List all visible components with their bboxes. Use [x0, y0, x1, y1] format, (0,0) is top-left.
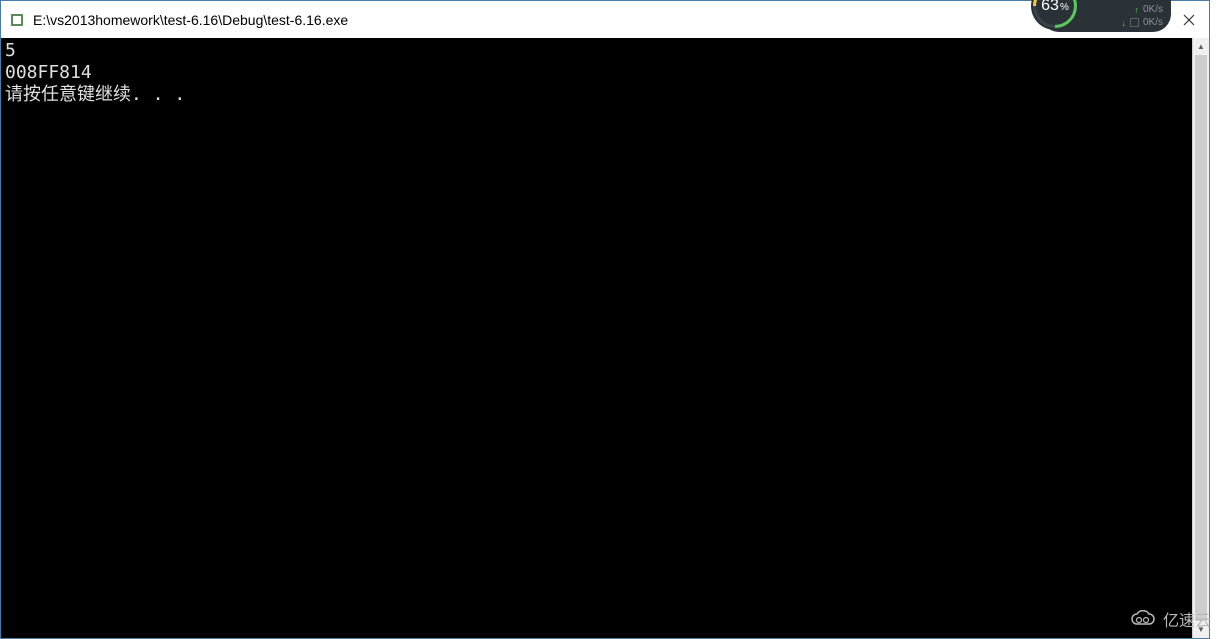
download-arrow-icon: ↓ — [1121, 18, 1126, 28]
close-button[interactable] — [1177, 8, 1201, 32]
watermark-text: 亿速云 — [1163, 607, 1211, 631]
cloud-icon — [1129, 610, 1157, 628]
app-icon — [9, 12, 25, 28]
window-title: E:\vs2013homework\test-6.16\Debug\test-6… — [33, 12, 1201, 28]
scrollbar-up-arrow[interactable]: ▲ — [1193, 38, 1209, 55]
console-line: 5 — [5, 40, 16, 61]
console-output: 5 008FF814 请按任意键继续. . . — [1, 38, 1209, 108]
console-window: E:\vs2013homework\test-6.16\Debug\test-6… — [0, 0, 1210, 639]
watermark: 亿速云 — [1129, 607, 1211, 631]
download-speed: 0K/s — [1143, 17, 1163, 28]
scrollbar-track[interactable] — [1193, 55, 1209, 621]
titlebar[interactable]: E:\vs2013homework\test-6.16\Debug\test-6… — [1, 1, 1209, 38]
network-stats: ↑ 0K/s ↓ 0K/s — [1079, 2, 1171, 30]
upload-arrow-icon: ↑ — [1134, 5, 1139, 15]
vertical-scrollbar[interactable]: ▲ ▼ — [1192, 38, 1209, 638]
cpu-gauge: 63 % — [1031, 0, 1079, 30]
console-line: 008FF814 — [5, 62, 92, 83]
stat-checkbox — [1130, 18, 1139, 27]
scrollbar-thumb[interactable] — [1195, 55, 1207, 621]
console-area[interactable]: 5 008FF814 请按任意键继续. . . — [1, 38, 1209, 638]
close-icon — [1183, 14, 1195, 26]
network-monitor-widget[interactable]: 63 % ↑ 0K/s ↓ 0K/s — [1041, 0, 1171, 32]
console-line: 请按任意键继续. . . — [5, 84, 185, 105]
upload-speed: 0K/s — [1143, 4, 1163, 15]
